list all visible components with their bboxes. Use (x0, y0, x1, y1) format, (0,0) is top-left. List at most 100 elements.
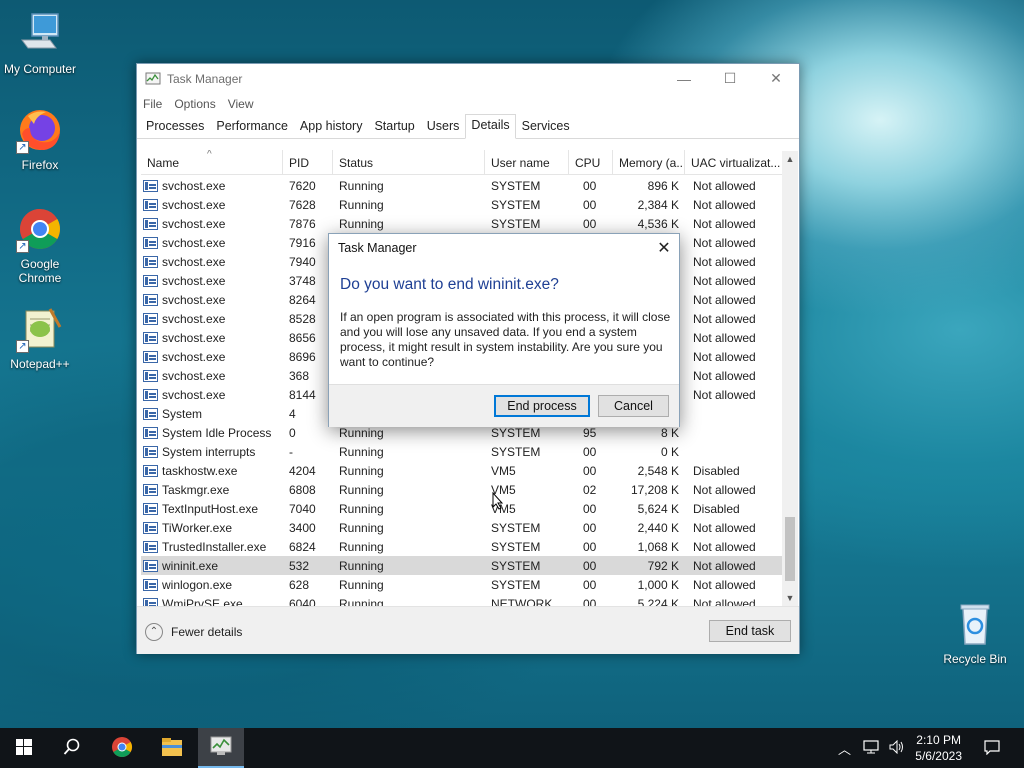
desktop-icon-firefox[interactable]: ↗ Firefox (0, 106, 80, 172)
cell-pid: 6824 (289, 539, 316, 554)
table-row[interactable]: TextInputHost.exe 7040 Running VM5 00 5,624 K… (141, 499, 787, 518)
cell-uac: Not allowed (693, 178, 756, 193)
table-row[interactable]: WmiPrvSE.exe 6040 Running NETWORK ... 00 5,22… (141, 594, 787, 606)
column-header-pid[interactable]: PID (283, 150, 333, 175)
scroll-thumb[interactable] (785, 517, 795, 581)
chrome-icon: ↗ (16, 205, 64, 253)
column-header-uac[interactable]: UAC virtualizat... (685, 150, 785, 175)
column-header-status[interactable]: Status (333, 150, 485, 175)
table-row[interactable]: Taskmgr.exe 6808 Running VM5 02 17,208 K Not a… (141, 480, 787, 499)
cell-name: svchost.exe (141, 217, 283, 231)
process-name: TrustedInstaller.exe (162, 539, 267, 554)
cell-cpu: 95 (583, 425, 597, 440)
cell-pid: 7620 (289, 178, 316, 193)
table-row[interactable]: svchost.exe 7628 Running SYSTEM 00 2,384 K Not… (141, 195, 787, 214)
desktop-icon-notepadpp[interactable]: ↗ Notepad++ (0, 305, 80, 371)
cell-uac: Not allowed (693, 558, 756, 573)
process-name: WmiPrvSE.exe (162, 596, 243, 607)
cell-cpu: 00 (583, 501, 597, 516)
menu-options[interactable]: Options (174, 97, 223, 111)
dialog-close-button[interactable]: ✕ (649, 238, 679, 258)
process-icon (143, 255, 158, 268)
cell-status: Running (339, 444, 384, 459)
end-process-dialog: Task Manager ✕ Do you want to end winini… (328, 233, 680, 427)
table-row[interactable]: wininit.exe 532 Running SYSTEM 00 792 K Not al… (141, 556, 787, 575)
notifications-button[interactable] (972, 728, 1012, 768)
scroll-up-icon[interactable]: ▲ (782, 151, 798, 167)
minimize-button[interactable]: — (661, 64, 707, 93)
process-icon (143, 274, 158, 287)
volume-icon[interactable] (889, 739, 905, 757)
cell-uac: Not allowed (693, 197, 756, 212)
taskbar-task-manager[interactable] (198, 728, 244, 768)
cell-status: Running (339, 558, 384, 573)
table-row[interactable]: winlogon.exe 628 Running SYSTEM 00 1,000 K Not… (141, 575, 787, 594)
end-task-button[interactable]: End task (709, 620, 791, 642)
start-button[interactable] (0, 728, 48, 768)
cell-cpu: 00 (583, 596, 597, 607)
vertical-scrollbar[interactable]: ▲ ▼ (782, 151, 798, 606)
chevron-up-icon[interactable]: ︿ (838, 739, 851, 758)
maximize-button[interactable]: ☐ (707, 64, 753, 93)
scroll-down-icon[interactable]: ▼ (782, 590, 798, 606)
process-name: winlogon.exe (162, 577, 233, 592)
column-header-cpu[interactable]: CPU (569, 150, 613, 175)
search-button[interactable] (48, 728, 96, 768)
menu-view[interactable]: View (228, 97, 262, 111)
cancel-button[interactable]: Cancel (598, 395, 669, 417)
column-header-name[interactable]: ^ Name (141, 150, 283, 175)
close-button[interactable]: ✕ (753, 64, 799, 93)
process-name: svchost.exe (162, 273, 226, 288)
menu-file[interactable]: File (143, 97, 170, 111)
column-header-user-name[interactable]: User name (485, 150, 569, 175)
footer-bar: ⌃ Fewer details End task (137, 606, 799, 654)
tab-users[interactable]: Users (421, 115, 466, 138)
cell-uac: Not allowed (693, 539, 756, 554)
table-row[interactable]: TiWorker.exe 3400 Running SYSTEM 00 2,440 K No… (141, 518, 787, 537)
dialog-heading: Do you want to end wininit.exe? (340, 276, 559, 293)
process-icon (143, 426, 158, 439)
title-bar[interactable]: Task Manager — ☐ ✕ (137, 64, 799, 93)
desktop-icon-recycle-bin[interactable]: Recycle Bin (935, 600, 1015, 666)
tab-performance[interactable]: Performance (210, 115, 294, 138)
process-icon (143, 559, 158, 572)
clock[interactable]: 2:10 PM 5/6/2023 (915, 732, 962, 764)
cell-pid: 8264 (289, 292, 316, 307)
table-row[interactable]: System interrupts - Running SYSTEM 00 0 K (141, 442, 787, 461)
cell-cpu: 00 (583, 577, 597, 592)
cell-user: SYSTEM (491, 425, 541, 440)
computer-icon (16, 10, 64, 58)
desktop-icon-my-computer[interactable]: My Computer (0, 10, 80, 76)
cell-status: Running (339, 501, 384, 516)
cell-user: SYSTEM (491, 539, 541, 554)
desktop-icon-google-chrome[interactable]: ↗ Google Chrome (0, 205, 80, 285)
end-process-button[interactable]: End process (494, 395, 590, 417)
desktop-icon-label: Notepad++ (10, 357, 70, 371)
process-icon (143, 350, 158, 363)
cell-uac: Not allowed (693, 596, 756, 607)
table-row[interactable]: svchost.exe 7620 Running SYSTEM 00 896 K Not a… (141, 176, 787, 195)
minimize-icon: — (677, 70, 691, 87)
taskbar-file-explorer[interactable] (148, 728, 196, 768)
cell-mem: 2,548 K (637, 463, 679, 478)
dialog-title-bar[interactable]: Task Manager ✕ (329, 234, 679, 262)
cell-mem: 5,624 K (637, 501, 679, 516)
table-row[interactable]: taskhostw.exe 4204 Running VM5 00 2,548 K Disa… (141, 461, 787, 480)
column-header-memory[interactable]: Memory (a... (613, 150, 685, 175)
taskbar-chrome[interactable] (98, 728, 146, 768)
cell-uac: Not allowed (693, 482, 756, 497)
process-icon (143, 369, 158, 382)
cell-pid: 8144 (289, 387, 316, 402)
tab-services[interactable]: Services (516, 115, 576, 138)
cell-uac: Not allowed (693, 254, 756, 269)
tab-details[interactable]: Details (465, 114, 516, 139)
fewer-details-button[interactable]: ⌃ Fewer details (145, 623, 242, 641)
tab-app-history[interactable]: App history (294, 115, 369, 138)
tab-startup[interactable]: Startup (368, 115, 420, 138)
cell-name: TiWorker.exe (141, 521, 283, 535)
process-name: wininit.exe (162, 558, 219, 573)
tab-processes[interactable]: Processes (140, 115, 210, 138)
table-row[interactable]: TrustedInstaller.exe 6824 Running SYSTEM 00 1… (141, 537, 787, 556)
table-row[interactable]: svchost.exe 7876 Running SYSTEM 00 4,536 K Not… (141, 214, 787, 233)
network-icon[interactable] (863, 739, 879, 757)
